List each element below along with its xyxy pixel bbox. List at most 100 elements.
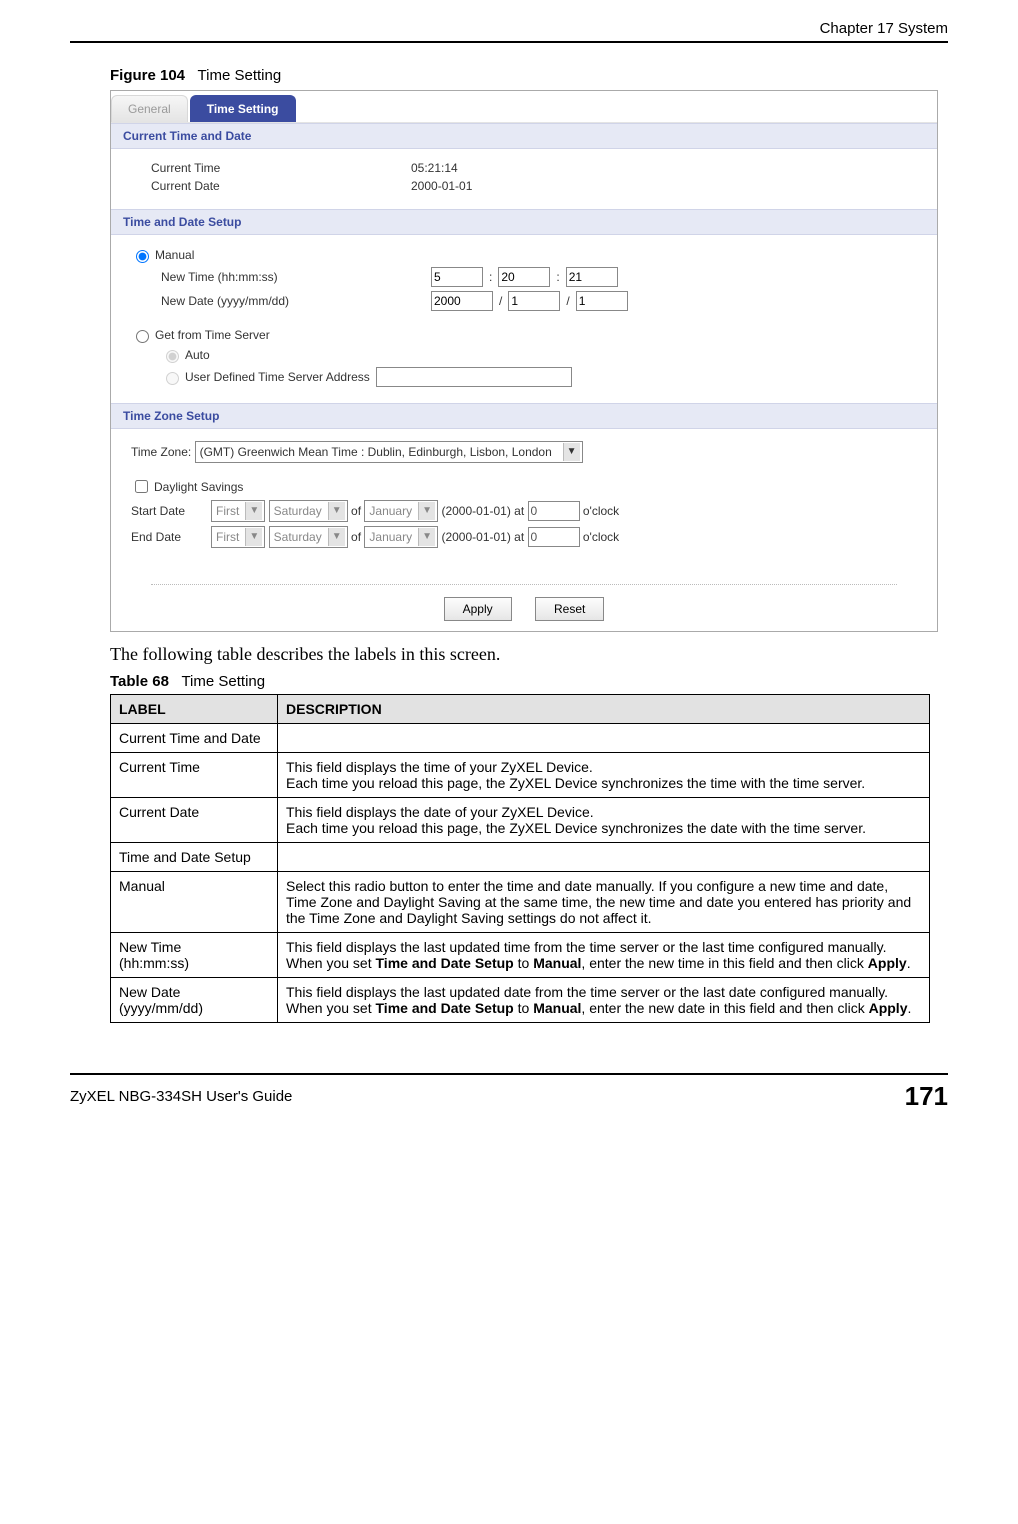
table-cell-desc — [278, 843, 930, 872]
end-weekday-value: Saturday — [274, 530, 322, 544]
start-month-value: January — [369, 504, 412, 518]
current-time-label: Current Time — [151, 161, 411, 175]
end-month-select[interactable]: January ▼ — [364, 526, 438, 548]
oclock-1: o'clock — [583, 504, 619, 518]
table-row: New Date (yyyy/mm/dd)This field displays… — [111, 978, 930, 1023]
table-cell-desc: This field displays the date of your ZyX… — [278, 798, 930, 843]
time-sep-1: : — [489, 270, 492, 284]
start-hour-input[interactable] — [528, 501, 580, 521]
reset-button[interactable]: Reset — [535, 597, 604, 621]
table-cell-desc: This field displays the last updated dat… — [278, 978, 930, 1023]
manual-label: Manual — [155, 248, 194, 262]
table-row: ManualSelect this radio button to enter … — [111, 872, 930, 933]
table-cell-label: Time and Date Setup — [111, 843, 278, 872]
current-date-label: Current Date — [151, 179, 411, 193]
tab-general[interactable]: General — [111, 95, 188, 122]
date-sep-2: / — [566, 294, 569, 308]
time-mm-input[interactable] — [498, 267, 550, 287]
table-cell-label: Current Date — [111, 798, 278, 843]
table-row: Time and Date Setup — [111, 843, 930, 872]
table-cell-desc: Select this radio button to enter the ti… — [278, 872, 930, 933]
chapter-header: Chapter 17 System — [70, 20, 948, 37]
time-hh-input[interactable] — [431, 267, 483, 287]
screenshot-panel: General Time Setting Current Time and Da… — [110, 90, 938, 632]
start-ordinal-value: First — [216, 504, 239, 518]
table-cell-desc: This field displays the time of your ZyX… — [278, 753, 930, 798]
time-zone-select[interactable]: (GMT) Greenwich Mean Time : Dublin, Edin… — [195, 441, 583, 463]
table-caption-text: Time Setting — [181, 673, 265, 690]
table-head-label: LABEL — [111, 695, 278, 724]
manual-radio[interactable] — [136, 250, 149, 263]
end-month-value: January — [369, 530, 412, 544]
figure-caption: Figure 104 Time Setting — [110, 67, 948, 84]
start-weekday-value: Saturday — [274, 504, 322, 518]
end-ordinal-select[interactable]: First ▼ — [211, 526, 265, 548]
date-y-input[interactable] — [431, 291, 493, 311]
intro-text: The following table describes the labels… — [110, 644, 948, 665]
get-server-radio[interactable] — [136, 330, 149, 343]
time-sep-2: : — [556, 270, 559, 284]
chevron-down-icon: ▼ — [245, 502, 262, 520]
section-tz-body: Time Zone: (GMT) Greenwich Mean Time : D… — [111, 429, 937, 564]
table-row: New Time (hh:mm:ss)This field displays t… — [111, 933, 930, 978]
chevron-down-icon: ▼ — [418, 502, 435, 520]
button-row: Apply Reset — [151, 584, 897, 621]
start-weekday-select[interactable]: Saturday ▼ — [269, 500, 348, 522]
table-cell-label: Current Time — [111, 753, 278, 798]
end-date-label: End Date — [131, 530, 211, 544]
current-time-value: 05:21:14 — [411, 161, 458, 175]
start-month-select[interactable]: January ▼ — [364, 500, 438, 522]
user-defined-input[interactable] — [376, 367, 572, 387]
time-zone-value: (GMT) Greenwich Mean Time : Dublin, Edin… — [200, 445, 557, 459]
footer-page-number: 171 — [905, 1081, 948, 1112]
table-cell-label: Current Time and Date — [111, 724, 278, 753]
current-date-value: 2000-01-01 — [411, 179, 472, 193]
of-text-1: of — [351, 504, 361, 518]
auto-radio[interactable] — [166, 350, 179, 363]
chevron-down-icon: ▼ — [328, 502, 345, 520]
at-text-2: at — [514, 530, 524, 544]
auto-label: Auto — [185, 348, 210, 362]
section-current-title: Current Time and Date — [111, 123, 937, 149]
end-weekday-select[interactable]: Saturday▼ — [269, 526, 348, 548]
end-date-paren: (2000-01-01) — [441, 530, 510, 544]
apply-button[interactable]: Apply — [444, 597, 512, 621]
start-ordinal-select[interactable]: First ▼ — [211, 500, 265, 522]
table-cell-label: New Time (hh:mm:ss) — [111, 933, 278, 978]
date-d-input[interactable] — [576, 291, 628, 311]
chevron-down-icon: ▼ — [418, 528, 435, 546]
daylight-checkbox[interactable] — [135, 480, 148, 493]
description-table: LABEL DESCRIPTION Current Time and DateC… — [110, 694, 930, 1023]
table-row: Current DateThis field displays the date… — [111, 798, 930, 843]
new-date-label: New Date (yyyy/mm/dd) — [161, 294, 391, 308]
of-text-2: of — [351, 530, 361, 544]
page-footer: ZyXEL NBG-334SH User's Guide 171 — [70, 1073, 948, 1112]
section-setup-body: Manual New Time (hh:mm:ss) : : New Date … — [111, 235, 937, 403]
footer-guide: ZyXEL NBG-334SH User's Guide — [70, 1088, 292, 1105]
table-row: Current TimeThis field displays the time… — [111, 753, 930, 798]
table-number: Table 68 — [110, 673, 169, 690]
at-text-1: at — [514, 504, 524, 518]
header-rule — [70, 41, 948, 43]
end-ordinal-value: First — [216, 530, 239, 544]
oclock-2: o'clock — [583, 530, 619, 544]
user-defined-radio[interactable] — [166, 372, 179, 385]
tab-time-setting[interactable]: Time Setting — [190, 95, 296, 122]
user-defined-label: User Defined Time Server Address — [185, 370, 370, 384]
chevron-down-icon: ▼ — [245, 528, 262, 546]
end-hour-input[interactable] — [528, 527, 580, 547]
get-server-label: Get from Time Server — [155, 328, 270, 342]
time-ss-input[interactable] — [566, 267, 618, 287]
table-cell-label: Manual — [111, 872, 278, 933]
section-setup-title: Time and Date Setup — [111, 209, 937, 235]
section-current-body: Current Time 05:21:14 Current Date 2000-… — [111, 149, 937, 209]
figure-number: Figure 104 — [110, 67, 185, 84]
chevron-down-icon: ▼ — [563, 443, 580, 461]
section-tz-title: Time Zone Setup — [111, 403, 937, 429]
start-date-paren: (2000-01-01) — [441, 504, 510, 518]
table-head-desc: DESCRIPTION — [278, 695, 930, 724]
table-cell-desc: This field displays the last updated tim… — [278, 933, 930, 978]
date-sep-1: / — [499, 294, 502, 308]
date-m-input[interactable] — [508, 291, 560, 311]
table-cell-desc — [278, 724, 930, 753]
